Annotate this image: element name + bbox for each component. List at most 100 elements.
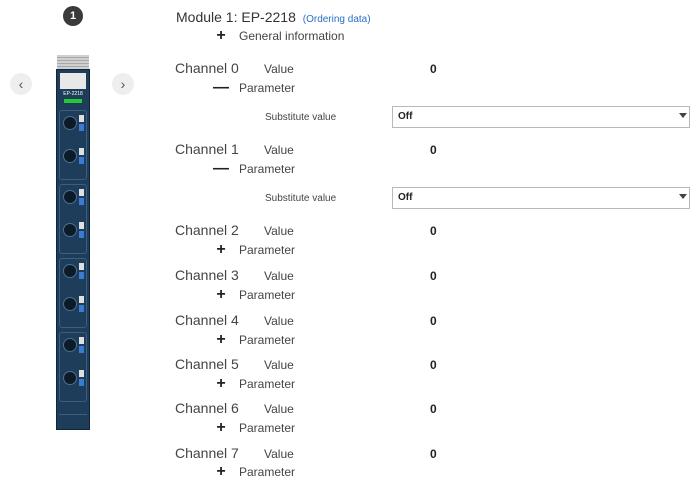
chevron-left-icon: ‹ — [18, 76, 24, 92]
pin-indicator — [79, 296, 84, 303]
general-information-label[interactable]: General information — [239, 29, 344, 43]
pin-indicator — [79, 305, 84, 312]
parameter-label[interactable]: Parameter — [239, 288, 295, 302]
port-icon — [63, 338, 77, 352]
channel-1-substitute-value-select[interactable]: Off — [392, 187, 690, 209]
minus-icon: — — [213, 160, 229, 177]
value-label: Value — [264, 269, 294, 283]
module-device-name: EP-2218 — [63, 91, 83, 97]
substitute-value-label: Substitute value — [265, 112, 337, 123]
plus-icon: + — [216, 331, 226, 348]
value-label: Value — [264, 402, 294, 416]
port-icon — [63, 371, 77, 385]
channel-3-parameter-toggle[interactable]: + — [214, 286, 228, 303]
substitute-value-label: Substitute value — [265, 193, 337, 204]
pin-indicator — [79, 124, 84, 131]
pin-indicator — [79, 189, 84, 196]
plus-icon: + — [216, 286, 226, 303]
value-label: Value — [264, 358, 294, 372]
pin-indicator — [79, 346, 84, 353]
channel-name: Channel 4 — [175, 312, 239, 328]
channel-value: 0 — [430, 143, 437, 157]
channel-value: 0 — [430, 402, 437, 416]
channel-value: 0 — [430, 314, 437, 328]
pin-indicator — [79, 337, 84, 344]
parameter-label[interactable]: Parameter — [239, 333, 295, 347]
channel-value: 0 — [430, 447, 437, 461]
channel-name: Channel 6 — [175, 400, 239, 416]
channel-name: Channel 5 — [175, 356, 239, 372]
next-module-button[interactable]: › — [112, 73, 134, 95]
chevron-right-icon: › — [120, 76, 126, 92]
channel-name: Channel 0 — [175, 60, 239, 76]
pin-indicator — [79, 115, 84, 122]
module-body: EP-2218 — [56, 69, 90, 430]
channel-value: 0 — [430, 62, 437, 76]
plus-icon: + — [216, 419, 226, 436]
port-icon — [63, 190, 77, 204]
parameter-label[interactable]: Parameter — [239, 81, 295, 95]
module-title-text: Module 1: EP-2218 — [176, 9, 296, 25]
module-top-latch — [57, 55, 89, 69]
value-label: Value — [264, 224, 294, 238]
pin-indicator — [79, 370, 84, 377]
port-icon — [63, 223, 77, 237]
value-label: Value — [264, 62, 294, 76]
select-value: Off — [398, 192, 413, 203]
channel-2-parameter-toggle[interactable]: + — [214, 241, 228, 258]
parameter-label[interactable]: Parameter — [239, 162, 295, 176]
pin-indicator — [79, 148, 84, 155]
plus-icon: + — [216, 241, 226, 258]
channel-1-parameter-toggle[interactable]: — — [213, 160, 229, 177]
parameter-label[interactable]: Parameter — [239, 421, 295, 435]
connector-block-4 — [59, 332, 87, 402]
pin-indicator — [79, 379, 84, 386]
plus-icon: + — [216, 375, 226, 392]
previous-module-button[interactable]: ‹ — [10, 73, 32, 95]
channel-name: Channel 3 — [175, 267, 239, 283]
value-label: Value — [264, 447, 294, 461]
general-information-expand-toggle[interactable]: + — [214, 27, 228, 44]
value-label: Value — [264, 143, 294, 157]
dropdown-arrow-icon — [679, 194, 687, 199]
pin-indicator — [79, 157, 84, 164]
dropdown-arrow-icon — [679, 113, 687, 118]
channel-7-parameter-toggle[interactable]: + — [214, 463, 228, 480]
port-icon — [63, 297, 77, 311]
status-led — [64, 99, 82, 103]
module-label-plate — [60, 73, 86, 89]
minus-icon: — — [213, 79, 229, 96]
port-icon — [63, 264, 77, 278]
pin-indicator — [79, 231, 84, 238]
module-title: Module 1: EP-2218 (Ordering data) — [176, 9, 371, 25]
channel-name: Channel 2 — [175, 222, 239, 238]
parameter-label[interactable]: Parameter — [239, 465, 295, 479]
pin-indicator — [79, 263, 84, 270]
channel-0-parameter-toggle[interactable]: — — [213, 79, 229, 96]
module-number-badge: 1 — [63, 6, 83, 26]
module-footer — [59, 414, 87, 425]
select-value: Off — [398, 111, 413, 122]
channel-name: Channel 1 — [175, 141, 239, 157]
channel-0-substitute-value-select[interactable]: Off — [392, 106, 690, 128]
connector-block-2 — [59, 184, 87, 254]
channel-6-parameter-toggle[interactable]: + — [214, 419, 228, 436]
channel-name: Channel 7 — [175, 445, 239, 461]
plus-icon: + — [216, 463, 226, 480]
ordering-data-link[interactable]: (Ordering data) — [303, 14, 371, 25]
channel-4-parameter-toggle[interactable]: + — [214, 331, 228, 348]
channel-value: 0 — [430, 224, 437, 238]
connector-block-1 — [59, 110, 87, 180]
channel-value: 0 — [430, 358, 437, 372]
channel-value: 0 — [430, 269, 437, 283]
value-label: Value — [264, 314, 294, 328]
connector-block-3 — [59, 258, 87, 328]
port-icon — [63, 116, 77, 130]
plus-icon: + — [216, 27, 226, 44]
port-icon — [63, 149, 77, 163]
parameter-label[interactable]: Parameter — [239, 377, 295, 391]
module-image: EP-2218 — [56, 55, 90, 430]
channel-5-parameter-toggle[interactable]: + — [214, 375, 228, 392]
pin-indicator — [79, 198, 84, 205]
parameter-label[interactable]: Parameter — [239, 243, 295, 257]
